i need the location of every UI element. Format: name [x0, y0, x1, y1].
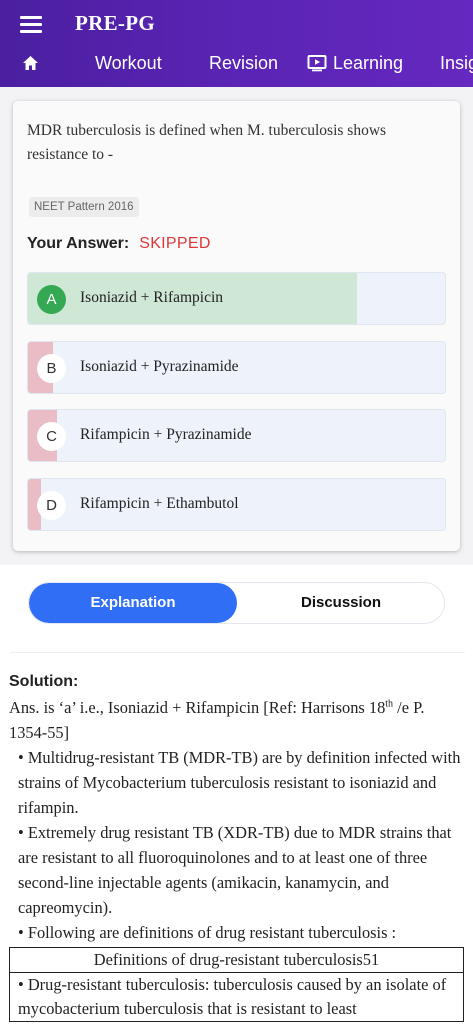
option-c[interactable]: C Rifampicin + Pyrazinamide [27, 409, 446, 462]
solution-body: Ans. is ‘a’ i.e., Isoniazid + Rifampicin… [9, 695, 464, 1022]
table-header: Definitions of drug-resistant tuberculos… [9, 947, 464, 973]
option-b-text: Isoniazid + Pyrazinamide [80, 358, 239, 375]
option-b-letter: B [37, 354, 66, 383]
bullet-mdr: • Multidrug-resistant TB (MDR-TB) are by… [18, 748, 461, 817]
home-icon[interactable] [22, 55, 42, 73]
tab-revision[interactable]: Revision [209, 53, 278, 74]
tab-insights[interactable]: Insig [440, 53, 473, 74]
option-c-letter: C [37, 422, 66, 451]
divider [10, 652, 465, 653]
option-d-text: Rifampicin + Ethambutol [80, 495, 239, 512]
discussion-tab[interactable]: Discussion [237, 583, 444, 623]
tab-workout[interactable]: Workout [95, 53, 162, 74]
bullet-definitions: • Following are definitions of drug resi… [18, 923, 397, 942]
question-card: MDR tuberculosis is defined when M. tube… [13, 101, 460, 551]
option-b[interactable]: B Isoniazid + Pyrazinamide [27, 341, 446, 394]
menu-icon[interactable] [20, 14, 44, 34]
play-screen-icon [307, 54, 327, 77]
option-c-text: Rifampicin + Pyrazinamide [80, 426, 252, 443]
explanation-discussion-toggle: Explanation Discussion [28, 582, 445, 624]
tab-learning[interactable]: Learning [307, 53, 403, 77]
solution-label: Solution: [9, 673, 79, 690]
answer-reference: Ans. is ‘a’ i.e., Isoniazid + Rifampicin… [9, 695, 464, 745]
app-bar: PRE-PG Workout Revision Learning Insig [0, 0, 473, 87]
explanation-tab[interactable]: Explanation [29, 583, 237, 623]
edition-superscript: th [385, 698, 394, 710]
your-answer-label: Your Answer: [27, 235, 130, 252]
app-title: PRE-PG [75, 11, 155, 35]
table-row: • Drug-resistant tuberculosis: tuberculo… [9, 972, 464, 1022]
bullet-xdr: • Extremely drug resistant TB (XDR-TB) d… [18, 823, 452, 917]
definitions-table: Definitions of drug-resistant tuberculos… [9, 947, 464, 1022]
tab-learning-label: Learning [333, 53, 404, 73]
exam-tag: NEET Pattern 2016 [29, 197, 139, 217]
option-a-letter: A [37, 285, 66, 314]
nav-tabs: Workout Revision Learning Insig [0, 48, 473, 82]
option-a[interactable]: A Isoniazid + Rifampicin [27, 272, 446, 325]
answer-status: SKIPPED [139, 235, 211, 252]
answer-prefix: Ans. is ‘a’ i.e., Isoniazid + Rifampicin… [9, 698, 386, 717]
your-answer: Your Answer: SKIPPED [27, 235, 211, 253]
question-text: MDR tuberculosis is defined when M. tube… [27, 122, 387, 163]
option-d-letter: D [37, 491, 66, 520]
option-d[interactable]: D Rifampicin + Ethambutol [27, 478, 446, 531]
option-a-text: Isoniazid + Rifampicin [80, 289, 224, 306]
